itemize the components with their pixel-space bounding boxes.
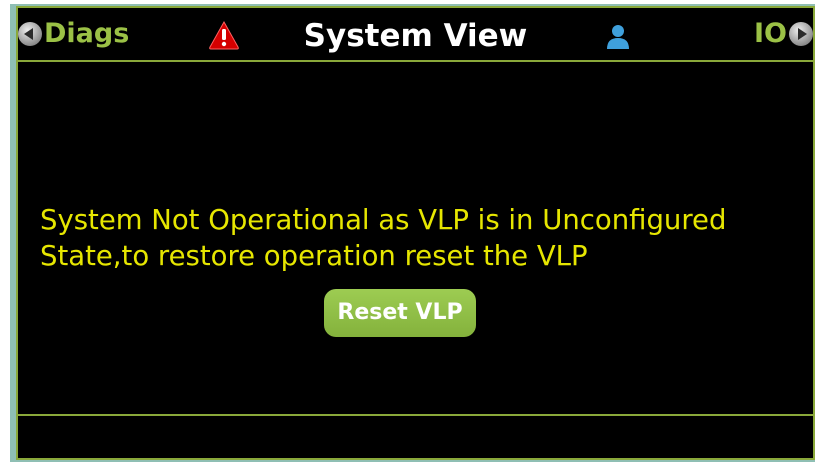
status-message: System Not Operational as VLP is in Unco… [40,204,727,272]
nav-next-io[interactable]: IO [754,16,813,52]
nav-next-label[interactable]: IO [754,16,787,52]
chevron-left-icon[interactable] [18,22,42,46]
nav-prev-label[interactable]: Diags [44,16,129,52]
header-bar: Diags System View IO [18,8,813,62]
hmi-screen: Diags System View IO System Not Operatio… [16,6,815,460]
user-icon[interactable] [604,22,632,50]
reset-vlp-button[interactable]: Reset VLP [324,289,476,337]
page-title: System View [303,18,528,54]
footer-bar [18,414,813,458]
alarm-triangle-icon[interactable] [208,20,240,50]
nav-prev-diags[interactable]: Diags [18,16,129,52]
chevron-right-icon[interactable] [789,22,813,46]
